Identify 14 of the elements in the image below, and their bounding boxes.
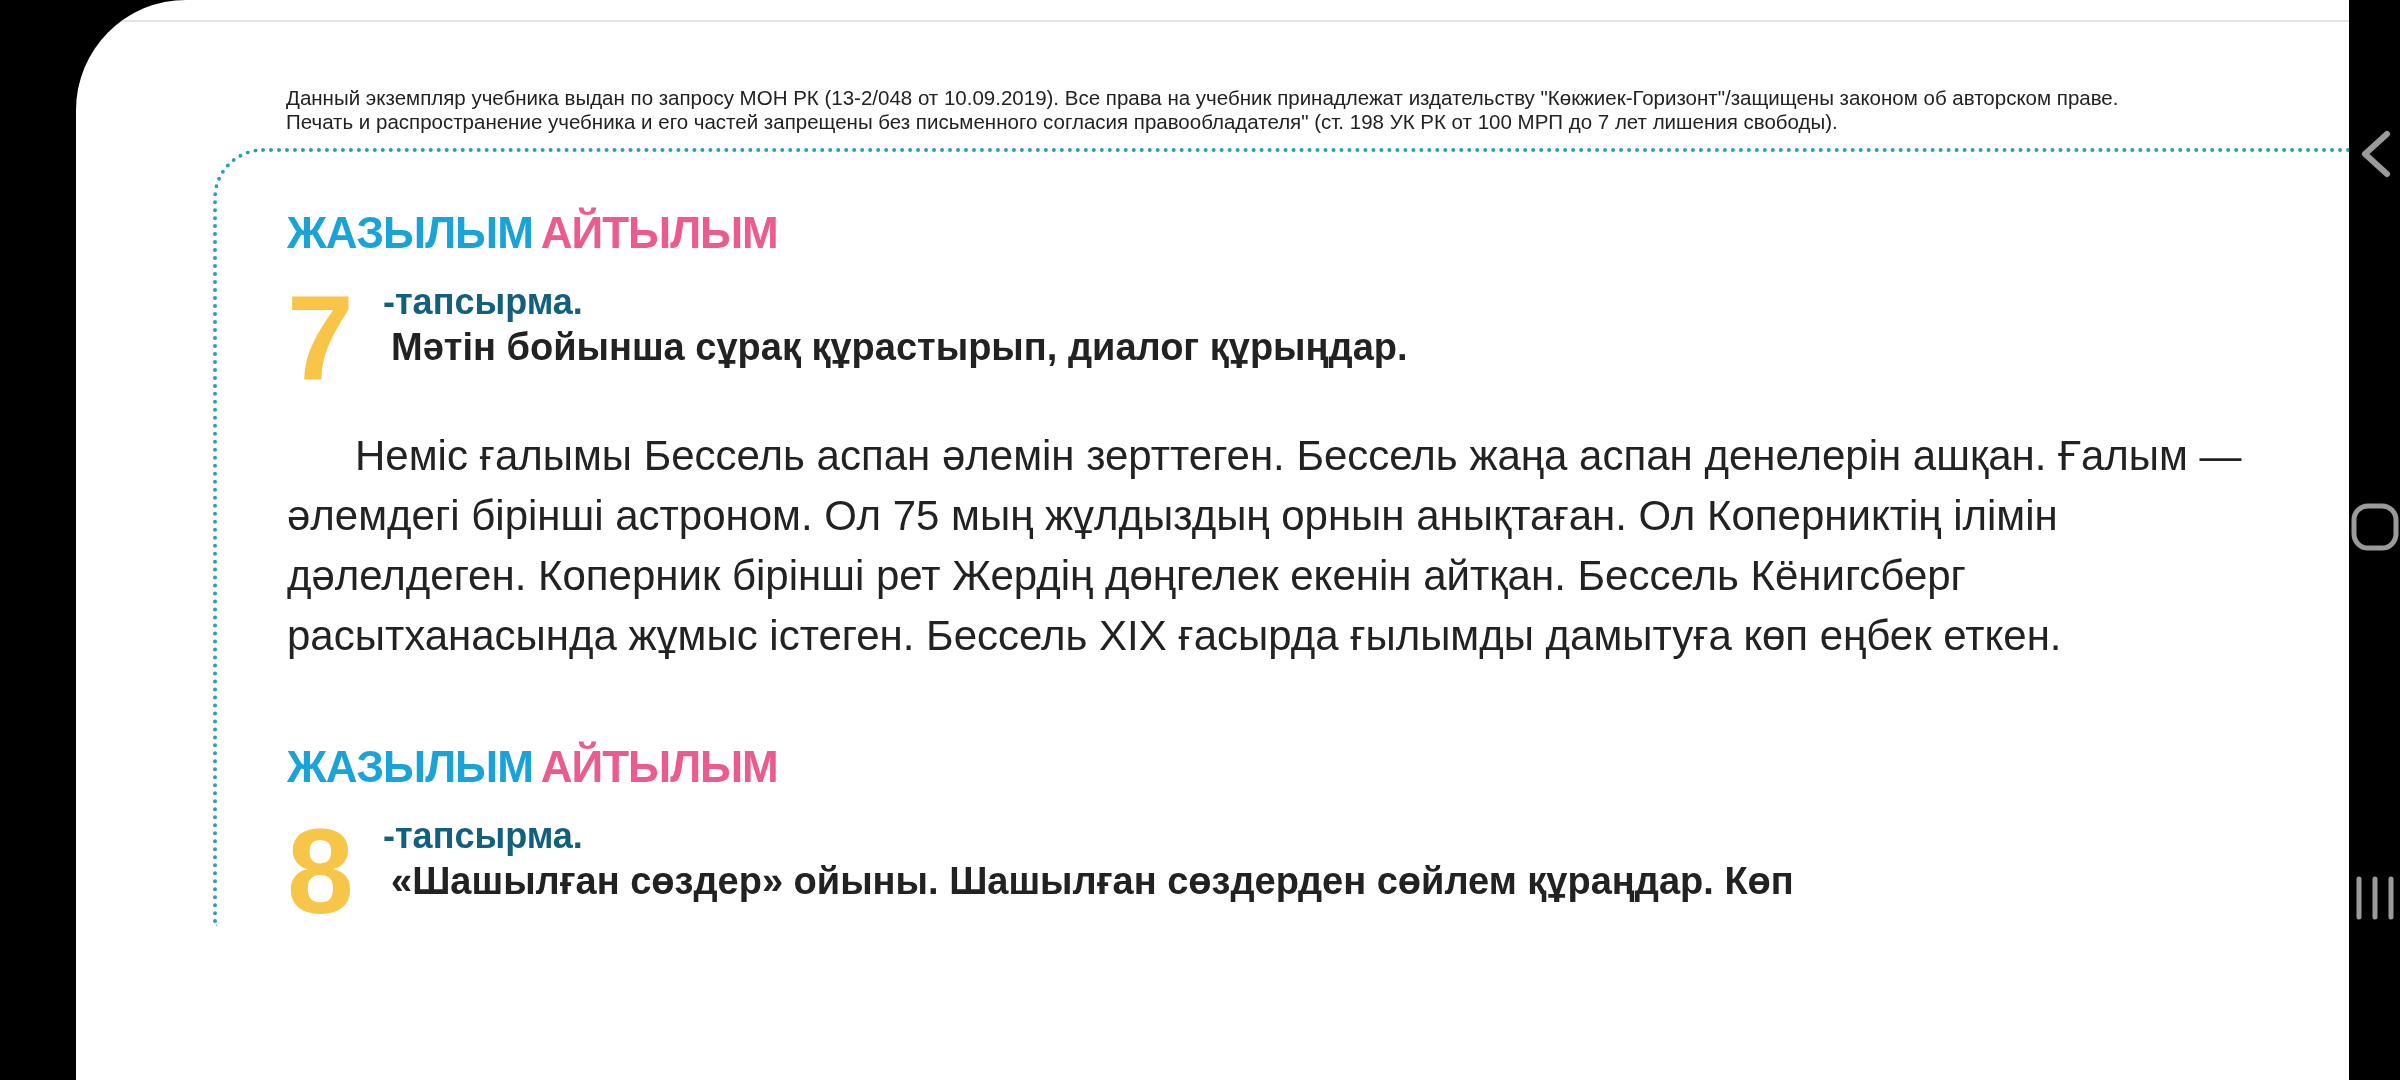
- notice-text: Печать и распространение учебника и его частей запрещены без письменного согласия правообладателя" (ст. 198 УК РК от 100 МРП до 7 лет лишения свободы).: [286, 110, 1839, 134]
- skill-heading: АЙТЫЛЫМ: [540, 742, 778, 792]
- home-icon[interactable]: [2350, 503, 2399, 551]
- task-instruction: «Шашылған сөздер» ойыны. Шашылған сөздерден сөйлем құраңдар. Көп: [390, 859, 1794, 904]
- task-label: -тапсырма.: [383, 282, 583, 322]
- skill-heading: ЖАЗЫЛЫМ: [287, 742, 533, 792]
- skill-heading: АЙТЫЛЫМ: [540, 208, 778, 258]
- notice-text: Данный экземпляр учебника выдан по запросу МОН РК (13-2/048 от 10.09.2019). Все права на учебник принадлежат издательству "Көкжиек-Горизонт"/защищены законом об авторском праве.: [286, 86, 2120, 110]
- task-number: 8: [287, 816, 355, 926]
- body-paragraph: Неміс ғалымы Бессель аспан әлемін зерттеген. Бессель жаңа аспан денелерін ашқан. Ғалым — әлемдегі бірінші астроном. Ол 75 мың жұлдыздың орнын анықтаған. Ол Коперниктің ілімін дәлелдеген. Коперник бірінші рет Жердің дөңгелек екенін айтқан. Бессель Кёнигсберг расытханасында жұмыс істеген. Бессель XIX ғасырда ғылымды дамытуға көп еңбек еткен.: [287, 431, 2243, 661]
- task-instruction: Мәтін бойынша сұрақ құрастырып, диалог құрыңдар.: [390, 325, 1408, 370]
- task-label: -тапсырма.: [383, 816, 583, 856]
- skill-heading: ЖАЗЫЛЫМ: [287, 208, 533, 258]
- task-number: 7: [287, 282, 355, 392]
